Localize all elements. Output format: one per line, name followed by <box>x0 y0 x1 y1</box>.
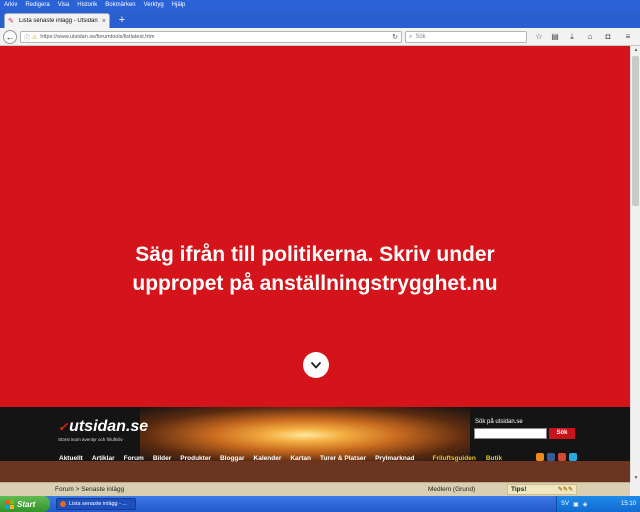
taskbar: Start Lista senaste inlägg - ... SV ▣ ◈ … <box>0 496 640 512</box>
windows-logo-icon <box>5 499 14 509</box>
system-tray: SV ▣ ◈ 15:10 <box>556 496 640 512</box>
campaign-banner[interactable]: Säg ifrån till politikerna. Skriv under … <box>0 46 630 407</box>
reading-list-icon[interactable]: ▤ <box>549 31 561 43</box>
back-button[interactable]: ← <box>3 30 17 44</box>
volume-icon[interactable]: ◈ <box>583 501 588 508</box>
facebook-icon[interactable] <box>547 453 555 461</box>
scroll-down-button[interactable] <box>303 352 329 378</box>
network-icon[interactable]: ▣ <box>573 501 579 508</box>
menu-redigera[interactable]: Redigera <box>25 0 49 10</box>
tab-close-icon[interactable]: × <box>102 18 106 25</box>
header-bottom-bar <box>0 461 630 482</box>
pencils-icon: ✎✎✎ <box>557 487 573 493</box>
navigation-bar: ← ⓘ ⚠ https://www.utsidan.se/forumtools/… <box>0 28 640 46</box>
nav-bloggar[interactable]: Bloggar <box>220 455 245 462</box>
search-icon: ⌕ <box>409 33 413 40</box>
member-status[interactable]: Medlem (Grund) <box>428 486 475 493</box>
tab-active[interactable]: ✎ Lista senaste inlägg - Utsidan × <box>4 13 110 28</box>
tab-strip: ✎ Lista senaste inlägg - Utsidan × + <box>0 10 640 28</box>
search-placeholder: Sök <box>415 34 426 40</box>
tips-panel[interactable]: Tips! ✎✎✎ <box>507 484 577 495</box>
language-indicator[interactable]: SV <box>561 501 569 507</box>
url-text[interactable]: https://www.utsidan.se/forumtools/listla… <box>40 34 392 40</box>
nav-aktuellt[interactable]: Aktuellt <box>59 455 83 462</box>
search-input[interactable]: ⌕ Sök <box>405 31 527 43</box>
googleplus-icon[interactable] <box>558 453 566 461</box>
warning-lock-icon[interactable]: ⚠ <box>32 34 37 41</box>
tips-label: Tips! <box>511 486 527 493</box>
social-links <box>533 453 577 461</box>
twitter-icon[interactable] <box>569 453 577 461</box>
clock[interactable]: 15:10 <box>621 501 636 507</box>
menu-bokmarken[interactable]: Bokmärken <box>105 0 135 10</box>
nav-kartan[interactable]: Kartan <box>290 455 311 462</box>
chevron-down-icon <box>311 362 321 369</box>
scroll-down-arrow-icon[interactable]: ▼ <box>631 474 640 482</box>
tab-title: Lista senaste inlägg - Utsidan <box>19 18 98 24</box>
site-search-button[interactable]: Sök <box>549 428 575 439</box>
menu-historik[interactable]: Historik <box>77 0 97 10</box>
page-scrollbar[interactable]: ▲ ▼ <box>630 46 640 482</box>
breadcrumb[interactable]: Forum > Senaste inlägg <box>55 486 124 493</box>
site-bottom-bar: Forum > Senaste inlägg Medlem (Grund) Ti… <box>0 482 630 496</box>
menu-visa[interactable]: Visa <box>58 0 70 10</box>
nav-bilder[interactable]: Bilder <box>153 455 171 462</box>
reload-icon[interactable]: ↻ <box>392 33 398 41</box>
banner-line-2: uppropet på anställningstrygghet.nu <box>132 272 498 295</box>
url-bar[interactable]: ⓘ ⚠ https://www.utsidan.se/forumtools/li… <box>20 31 402 43</box>
banner-line-1: Säg ifrån till politikerna. Skriv under <box>135 243 495 266</box>
site-logo[interactable]: ✓utsidan.se Störst inom äventyr och fril… <box>58 418 149 443</box>
banner-headline: Säg ifrån till politikerna. Skriv under … <box>0 240 630 298</box>
pocket-icon[interactable]: ◘ <box>602 31 614 43</box>
info-icon[interactable]: ⓘ <box>24 33 30 42</box>
home-icon[interactable]: ⌂ <box>584 31 596 43</box>
nav-prylmarknad[interactable]: Prylmarknad <box>375 455 414 462</box>
taskbar-item-label: Lista senaste inlägg - ... <box>69 501 128 507</box>
site-search-input[interactable] <box>474 428 547 439</box>
menu-bar: Arkiv Redigera Visa Historik Bokmärken V… <box>0 0 640 10</box>
scrollbar-corner <box>630 482 640 496</box>
rss-icon[interactable] <box>536 453 544 461</box>
nav-butik[interactable]: Butik <box>486 455 502 462</box>
nav-produkter[interactable]: Produkter <box>180 455 211 462</box>
nav-turer-platser[interactable]: Turer & Platser <box>320 455 366 462</box>
taskbar-item-browser[interactable]: Lista senaste inlägg - ... <box>56 498 136 510</box>
menu-hjalp[interactable]: Hjälp <box>172 0 186 10</box>
favicon-icon: ✎ <box>8 17 14 25</box>
new-tab-button[interactable]: + <box>116 14 128 26</box>
nav-forum[interactable]: Forum <box>124 455 144 462</box>
start-button[interactable]: Start <box>0 496 50 512</box>
firefox-icon <box>60 501 66 507</box>
nav-artiklar[interactable]: Artiklar <box>92 455 115 462</box>
scroll-up-arrow-icon[interactable]: ▲ <box>631 46 640 54</box>
logo-text: utsidan.se <box>69 418 149 435</box>
menu-arkiv[interactable]: Arkiv <box>4 0 17 10</box>
nav-friluftsguiden[interactable]: Friluftsguiden <box>432 455 475 462</box>
site-search-label: Sök på utsidan.se <box>475 419 523 425</box>
scrollbar-thumb[interactable] <box>632 56 639 206</box>
logo-mark-icon: ✓ <box>58 420 69 434</box>
site-tagline: Störst inom äventyr och friluftsliv <box>58 437 123 442</box>
bookmark-star-icon[interactable]: ☆ <box>533 31 545 43</box>
nav-kalender[interactable]: Kalender <box>254 455 282 462</box>
hamburger-menu-icon[interactable]: ≡ <box>622 31 634 43</box>
download-icon[interactable]: ⤓ <box>566 31 578 43</box>
start-label: Start <box>17 499 36 509</box>
page-viewport: Säg ifrån till politikerna. Skriv under … <box>0 46 630 482</box>
menu-verktyg[interactable]: Verktyg <box>144 0 164 10</box>
